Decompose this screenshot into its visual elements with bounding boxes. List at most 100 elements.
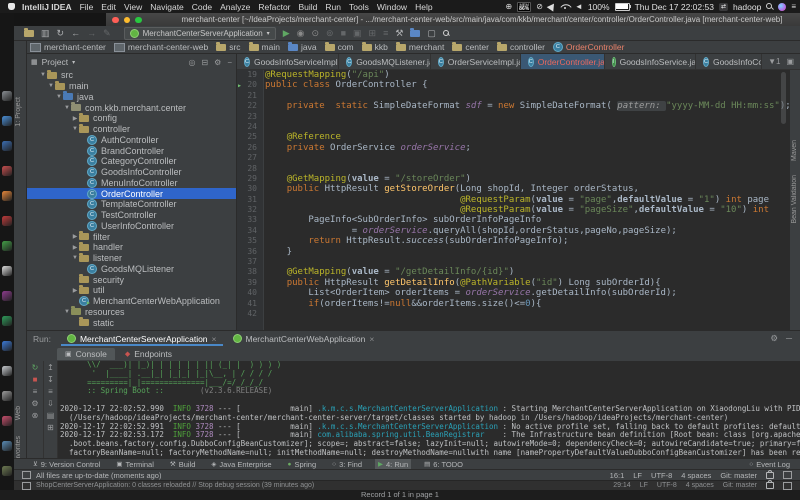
run-tab-merchantcenterwebapplication[interactable]: MerchantCenterWebApplication× [225,331,383,346]
dock-icon[interactable] [2,191,12,201]
tree-arrow-icon[interactable]: ▼ [71,126,79,132]
tree-arrow-icon[interactable]: ▼ [39,72,47,78]
dock-icon[interactable] [2,91,12,101]
hide-icon[interactable]: − [227,58,232,67]
window-icon[interactable] [22,471,31,479]
menu-view[interactable]: View [124,2,142,12]
do-not-disturb-icon[interactable]: ⊘ [536,3,543,11]
breadcrumb-com[interactable]: com [325,42,354,52]
menu-analyze[interactable]: Analyze [220,2,250,12]
breadcrumb-ordercontroller[interactable]: COrderController [553,42,625,52]
run-icon[interactable]: ▶ [283,29,290,38]
locate-icon[interactable]: ◎ [188,58,195,67]
menu-code[interactable]: Code [192,2,212,12]
tool-window-button-build[interactable]: ⚒Build [167,459,199,469]
forward-icon[interactable]: → [87,29,96,38]
tree-arrow-icon[interactable]: ▼ [63,105,71,111]
tree-item-util[interactable]: ▶util [27,285,236,296]
editor-scrollbar[interactable] [781,72,786,124]
status-segment-4-spaces[interactable]: 4 spaces [681,471,711,480]
menu-file[interactable]: File [80,2,94,12]
menu-refactor[interactable]: Refactor [258,2,290,12]
tree-item-userinfocontroller[interactable]: CUserInfoController [27,221,236,232]
volume-icon[interactable]: ◄ [575,3,583,11]
tree-item-ordercontroller[interactable]: COrderController [27,188,236,199]
breadcrumb-java[interactable]: java [288,42,317,52]
tool-window-button-spring[interactable]: ●Spring [285,459,320,469]
menu-clock[interactable]: Thu Dec 17 22:02:53 [635,2,714,12]
dock-icon[interactable] [2,141,12,151]
close-tab-icon[interactable]: × [369,334,374,344]
run-configuration-select[interactable]: MerchantCenterServerApplication ▾ [124,27,276,40]
tree-arrow-icon[interactable]: ▶ [71,244,79,251]
soft-wrap-icon[interactable]: ≡ [48,388,53,396]
editor-tab-goodsinfoserviceimpl-java[interactable]: CGoodsInfoServiceImpl.java× [237,54,339,69]
dock-icon[interactable] [2,316,12,326]
breadcrumb-merchant-center[interactable]: merchant-center [30,42,106,52]
memory-indicator[interactable]: MEM86% [517,2,531,12]
settings-icon[interactable]: ⚙ [214,58,221,67]
status-segment-4-spaces[interactable]: 4 spaces [686,482,714,489]
search-everywhere-icon[interactable] [443,30,450,37]
run-tab-merchantcenterserverapplication[interactable]: MerchantCenterServerApplication× [59,331,225,346]
menu-tools[interactable]: Tools [349,2,369,12]
console-tab-console[interactable]: ▣Console [57,348,115,360]
menu-run[interactable]: Run [325,2,341,12]
tree-item-categorycontroller[interactable]: CCategoryController [27,156,236,167]
tool-strip-button-1-project[interactable]: 1: Project [15,97,22,127]
profiler-icon[interactable]: ⊚ [326,29,334,38]
status-segment-git-master[interactable]: Git: master [723,482,757,489]
tree-arrow-icon[interactable]: ▶ [71,115,79,122]
pin-icon[interactable]: ⊗ [32,412,39,420]
back-icon[interactable]: ← [71,29,80,38]
tree-arrow-icon[interactable]: ▼ [55,94,63,100]
user-name[interactable]: hadoop [733,2,761,12]
project-structure-icon[interactable]: ⚒ [395,29,403,38]
breadcrumb-merchant-center-web[interactable]: merchant-center-web [114,42,208,52]
app-menu[interactable]: IntelliJ IDEA [22,2,72,12]
edit-icon[interactable]: ✎ [103,29,111,38]
tree-item-handler[interactable]: ▶handler [27,242,236,253]
tree-item-config[interactable]: ▶config [27,113,236,124]
status-segment-utf-8[interactable]: UTF-8 [651,471,672,480]
tool-window-button-java-enterprise[interactable]: ◈Java Enterprise [208,459,274,469]
tree-item-security[interactable]: security [27,274,236,285]
collapse-all-icon[interactable]: ⊟ [201,58,208,67]
tree-arrow-icon[interactable]: ▼ [63,309,71,315]
restore-layout-icon[interactable]: ▢ [427,29,436,38]
close-tab-icon[interactable]: × [212,334,217,344]
tool-window-button-3-find[interactable]: ○3: Find [329,459,365,469]
code-editor[interactable]: 19@RequestMapping("/api")20▶public class… [237,70,800,330]
tree-item-static[interactable]: static [27,317,236,328]
project-panel-header[interactable]: ▦ Project ▾ ◎⊟⚙− [27,54,236,70]
siri-icon[interactable] [778,3,786,11]
window-title-bar[interactable]: merchant-center [~/IdeaProjects/merchant… [14,13,800,26]
tool-strip-button-maven[interactable]: Maven [791,140,798,161]
tool-window-button-4-run[interactable]: ▶4: Run [375,459,411,469]
editor-tab-goodsinfoservice-java[interactable]: IGoodsInfoService.java× [605,54,696,69]
status-segment-git-master[interactable]: Git: master [720,471,757,480]
breadcrumb-controller[interactable]: controller [497,42,545,52]
tree-item-brandcontroller[interactable]: CBrandController [27,145,236,156]
console-output[interactable]: \\/ ___)| |_)| | | | | | || (_| | ) ) ) … [58,361,800,458]
lock-icon[interactable] [766,482,774,489]
menu-build[interactable]: Build [299,2,318,12]
dependencies-icon[interactable]: ⊞ [369,29,377,38]
breadcrumb-merchant[interactable]: merchant [396,42,444,52]
status-segment-utf-8[interactable]: UTF-8 [657,482,677,489]
dock-icon[interactable] [2,241,12,251]
minimize-window-button[interactable] [124,17,131,24]
battery-icon[interactable] [615,3,630,11]
hide-panel-icon[interactable]: ─ [786,333,792,344]
tree-item-com-kkb-merchant-center[interactable]: ▼com.kkb.merchant.center [27,102,236,113]
tree-item-java[interactable]: ▼java [27,92,236,103]
tree-item-src[interactable]: ▼src [27,70,236,81]
dock-icon[interactable] [2,216,12,226]
build-artifacts-icon[interactable]: ▣ [353,29,362,38]
apple-icon[interactable] [8,3,15,10]
spotlight-icon[interactable] [766,3,773,10]
input-source-icon[interactable]: ⊕ [505,3,512,11]
switch-user-icon[interactable]: ⇄ [719,3,728,11]
tree-item-merchantcenterwebapplication[interactable]: CMerchantCenterWebApplication [27,296,236,307]
console-tab-endpoints[interactable]: ◆Endpoints [117,348,180,360]
